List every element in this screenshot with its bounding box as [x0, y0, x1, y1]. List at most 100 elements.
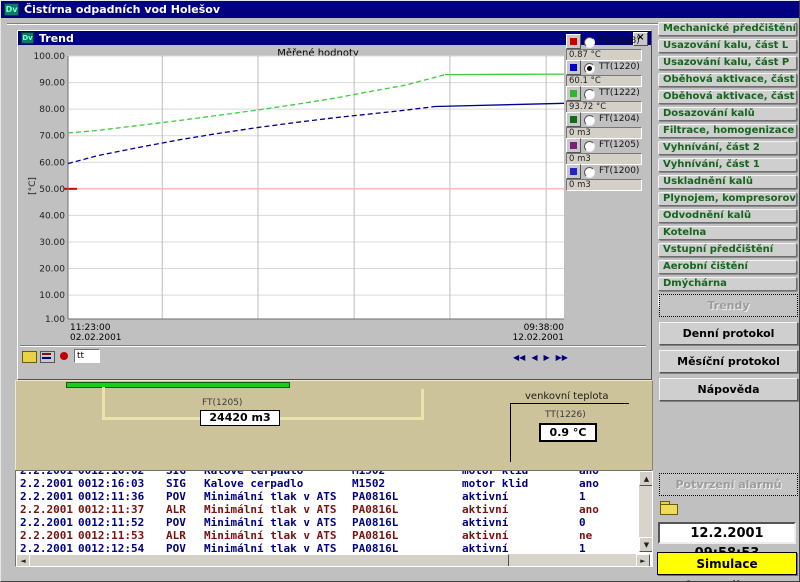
monthly-report-button[interactable]: Měsíční protokol	[659, 350, 798, 373]
x-axis-end-label: 09:38:0012.02.2001	[488, 323, 564, 343]
series-color-button[interactable]	[566, 112, 581, 127]
event-log[interactable]: 2.2.20010012:16:02SIGKalove cerpadloM150…	[15, 470, 653, 567]
series-label: TT(1222)	[599, 88, 640, 98]
trend-nav-arrows: ◀◀◀▶▶▶	[510, 350, 571, 363]
chart-legend: TT(1228)0.87 °CTT(1220)60.1 °CTT(1222)93…	[566, 34, 644, 190]
record-icon[interactable]	[60, 352, 68, 360]
series-radio[interactable]	[584, 63, 595, 74]
hscroll-thumb[interactable]	[29, 554, 509, 567]
series-label: FT(1200)	[599, 166, 639, 176]
log-cell-time: 0012:11:37	[78, 503, 144, 516]
log-cell-tag: PA0816L	[352, 490, 398, 503]
log-cell-type: ALR	[166, 503, 186, 516]
log-cell-time: 0012:11:53	[78, 529, 144, 542]
log-row[interactable]: 2.2.20010012:11:52POVMinimální tlak v AT…	[18, 516, 636, 529]
series-color-button[interactable]	[566, 138, 581, 153]
trend-nav-arrow-1[interactable]: ◀	[528, 352, 540, 363]
log-cell-state: motor klid	[462, 477, 528, 490]
pipe	[421, 389, 424, 419]
report-icon[interactable]	[40, 351, 55, 363]
log-cell-tag: M1502	[352, 477, 385, 490]
series-color-button[interactable]	[566, 34, 581, 49]
log-cell-tag: PA0816L	[352, 503, 398, 516]
log-cell-state: aktivní	[462, 490, 508, 503]
log-cell-type: POV	[166, 542, 186, 553]
nav-button-6[interactable]: Dosazování kalů	[658, 107, 797, 121]
log-cell-type: POV	[166, 490, 186, 503]
log-row[interactable]: 2.2.20010012:11:36POVMinimální tlak v AT…	[18, 490, 636, 503]
daily-report-button[interactable]: Denní protokol	[659, 322, 798, 345]
outdoor-tag-label: TT(1226)	[545, 410, 586, 420]
log-row[interactable]: 2.2.2001 0012:11:53 ALR Minimální tlak v AT…	[18, 529, 636, 542]
log-cell-desc: Minimální tlak v ATS	[204, 490, 336, 503]
nav-button-11[interactable]: Plynojem, kompresorovna	[658, 192, 797, 206]
folder-icon[interactable]	[660, 501, 678, 514]
series-radio[interactable]	[584, 115, 595, 126]
cursor-value-field[interactable]: tt	[74, 349, 100, 363]
log-cell-type: POV	[166, 516, 186, 529]
svg-text:50.00: 50.00	[39, 185, 65, 195]
series-radio[interactable]	[584, 37, 595, 48]
log-row[interactable]: 2.2.20010012:11:37ALRMinimální tlak v AT…	[18, 503, 636, 516]
log-vscrollbar[interactable]: ▲ ▼	[639, 471, 652, 552]
trend-nav-arrow-0[interactable]: ◀◀	[510, 352, 528, 363]
nav-button-14[interactable]: Vstupní předčištění	[658, 243, 797, 257]
nav-button-9[interactable]: Vyhnívání, část 1	[658, 158, 797, 172]
outdoor-frame: TT(1226) 0.9 °C	[510, 403, 629, 462]
nav-button-2[interactable]: Usazování kalu, část L	[658, 39, 797, 53]
series-radio[interactable]	[584, 141, 595, 152]
section-nav-panel: Mechanické předčištění Usazování kalu, čá…	[658, 22, 797, 311]
scroll-up-icon[interactable]: ▲	[639, 471, 653, 486]
nav-button-16[interactable]: Dmýchárna	[658, 277, 797, 291]
trend-nav-arrow-3[interactable]: ▶▶	[553, 352, 571, 363]
series-radio[interactable]	[584, 167, 595, 178]
nav-button-5[interactable]: Oběhová aktivace, část L	[658, 90, 797, 104]
log-cell-desc: Kalove cerpadlo	[204, 477, 303, 490]
log-cell-date: 2.2.2001	[20, 529, 73, 542]
nav-button-13[interactable]: Kotelna	[658, 226, 797, 240]
log-cell-desc: Minimální tlak v ATS	[204, 529, 336, 542]
ack-alarms-button: Potvrzení alarmů	[659, 473, 798, 496]
series-label: FT(1205)	[599, 140, 639, 150]
log-hscrollbar[interactable]: ◄ ►	[16, 554, 650, 566]
settings-icon[interactable]	[22, 351, 37, 363]
log-cell-type: ALR	[166, 529, 186, 542]
series-color-button[interactable]	[566, 60, 581, 75]
log-cell-desc: Minimální tlak v ATS	[204, 516, 336, 529]
nav-button-4[interactable]: Oběhová aktivace, část P	[658, 73, 797, 87]
scroll-right-icon[interactable]: ►	[636, 554, 650, 567]
trends-button: Trendy	[659, 294, 798, 317]
svg-text:10.00: 10.00	[39, 291, 65, 301]
help-button[interactable]: Nápověda	[659, 378, 798, 401]
log-row[interactable]: 2.2.20010012:12:54POVMinimální tlak v AT…	[18, 542, 636, 553]
simulate-communication-button[interactable]: Simulace komunikace	[657, 552, 797, 575]
log-row[interactable]: 2.2.20010012:16:03SIGKalove cerpadloM150…	[18, 477, 636, 490]
nav-button-12[interactable]: Odvodnění kalů	[658, 209, 797, 223]
nav-button-7[interactable]: Filtrace, homogenizace	[658, 124, 797, 138]
log-cell-tag: PA0816L	[352, 542, 398, 553]
trend-nav-arrow-2[interactable]: ▶	[540, 352, 552, 363]
trend-chart[interactable]: 100.0090.0080.0070.0060.0050.0040.0030.0…	[24, 48, 580, 338]
log-cell-value: ne	[579, 529, 592, 542]
series-color-button[interactable]	[566, 86, 581, 101]
nav-button-8[interactable]: Vyhnívání, část 2	[658, 141, 797, 155]
scroll-down-icon[interactable]: ▼	[639, 537, 653, 552]
scroll-left-icon[interactable]: ◄	[16, 554, 30, 567]
trend-window: Dv Trend × Měřené hodnoty [°C] 100.0090.…	[17, 30, 652, 380]
nav-button-3[interactable]: Usazování kalu, část P	[658, 56, 797, 70]
log-cell-date: 2.2.2001	[20, 542, 73, 553]
nav-button-15[interactable]: Aerobní čištění	[658, 260, 797, 274]
nav-button-10[interactable]: Uskladnění kalů	[658, 175, 797, 189]
log-cell-value: ano	[579, 503, 599, 516]
series-color-button[interactable]	[566, 164, 581, 179]
series-label: TT(1228)	[599, 36, 640, 46]
status-bar-green	[66, 382, 290, 388]
log-cell-tag: PA0816L	[352, 529, 398, 542]
log-cell-time: 0012:11:52	[78, 516, 144, 529]
log-cell-state: aktivní	[462, 529, 508, 542]
nav-button-1[interactable]: Mechanické předčištění	[658, 22, 797, 36]
series-radio[interactable]	[584, 89, 595, 100]
svg-text:90.00: 90.00	[39, 79, 65, 89]
trend-title-bar[interactable]: Dv Trend ×	[18, 31, 651, 45]
log-cell-time: 0012:11:36	[78, 490, 144, 503]
